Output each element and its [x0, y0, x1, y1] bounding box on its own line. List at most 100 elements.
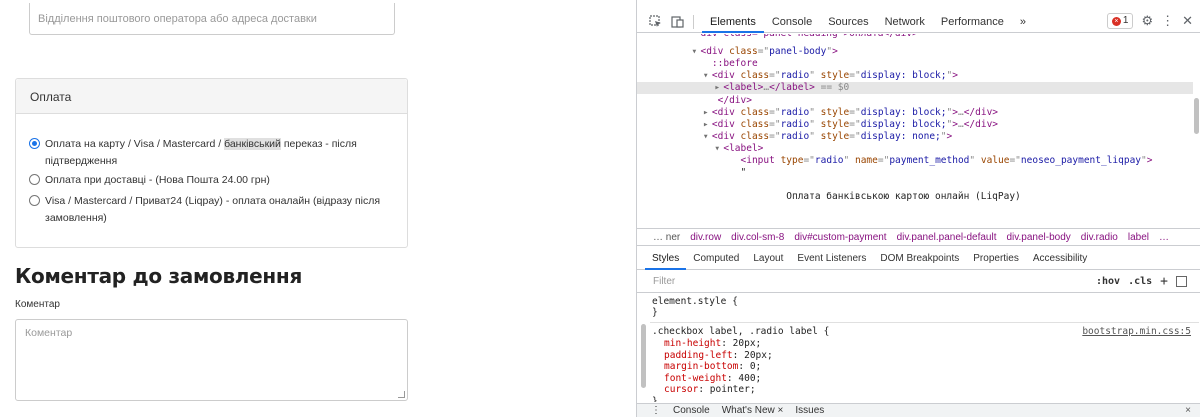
dom-node-line[interactable]: <input type="radio" name="payment_method… — [637, 155, 1193, 167]
radio-button-selected[interactable] — [29, 138, 40, 149]
styles-filter-input[interactable]: Filter — [637, 276, 1096, 287]
tab-sources[interactable]: Sources — [820, 11, 876, 33]
breadcrumb-item[interactable]: div#custom-payment — [789, 232, 891, 243]
css-property-line[interactable]: font-weight: 400; — [664, 373, 761, 385]
kebab-menu-icon[interactable]: ⋮ — [1161, 13, 1174, 29]
expand-arrow-icon[interactable]: ▾ — [691, 46, 697, 58]
dom-node-line[interactable]: ▾ <div class="radio" style="display: none… — [637, 131, 1193, 143]
dom-node-line[interactable]: ▾ <div class="panel-body"> — [637, 46, 1193, 58]
css-property-name[interactable]: cursor — [664, 384, 698, 395]
dom-node-line[interactable]: div class="panel-heading">Оплата</div> — [637, 34, 1193, 40]
new-rule-button[interactable]: + — [1160, 274, 1168, 289]
inspect-element-icon[interactable] — [647, 14, 663, 30]
css-property-value[interactable]: 400; — [738, 373, 761, 384]
comment-placeholder: Коментар — [25, 327, 73, 339]
error-count-badge[interactable]: × 1 — [1106, 13, 1134, 29]
breadcrumb-item[interactable]: div.panel-body — [1001, 232, 1075, 243]
expand-arrow-icon[interactable]: ▾ — [714, 143, 720, 155]
class-toggle[interactable]: .cls — [1128, 276, 1152, 287]
expand-arrow-icon[interactable]: ▾ — [703, 70, 709, 82]
css-property-line[interactable]: min-height: 20px; — [664, 338, 761, 350]
settings-gear-icon[interactable]: ⚙ — [1141, 13, 1153, 29]
dom-token: =" — [849, 106, 861, 118]
css-property-line[interactable]: cursor: pointer; — [664, 384, 756, 396]
delivery-address-input[interactable]: Відділення поштового оператора або адрес… — [29, 3, 395, 35]
subtab-layout[interactable]: Layout — [746, 248, 790, 270]
subtab-event-listeners[interactable]: Event Listeners — [790, 248, 873, 270]
dom-token: class — [740, 106, 770, 118]
subtab-dom-breakpoints[interactable]: DOM Breakpoints — [873, 248, 966, 270]
breadcrumb-item[interactable]: div.panel.panel-default — [892, 232, 1002, 243]
payment-option-label[interactable]: Оплата при доставці - (Нова Пошта 24.00 … — [45, 172, 385, 189]
css-property-name[interactable]: padding-left — [664, 350, 733, 361]
payment-option-cash-on-delivery[interactable]: Оплата при доставці - (Нова Пошта 24.00 … — [29, 172, 385, 189]
dom-node-line[interactable]: </div> — [637, 95, 1193, 107]
css-property-value[interactable]: 20px; — [733, 338, 762, 349]
radio-button[interactable] — [29, 195, 40, 206]
expand-arrow-icon[interactable]: ▾ — [703, 131, 709, 143]
close-devtools-icon[interactable]: ✕ — [1182, 13, 1193, 29]
expand-arrow-icon[interactable]: ▸ — [714, 82, 720, 94]
dom-node-line[interactable]: ▸ <div class="radio" style="display: bloc… — [637, 119, 1193, 131]
tab-elements[interactable]: Elements — [702, 11, 764, 33]
drawer-tab-issues[interactable]: Issues — [789, 405, 830, 416]
breadcrumb-item[interactable]: div.col-sm-8 — [726, 232, 789, 243]
dom-node-line[interactable] — [637, 203, 1193, 215]
resize-handle-icon[interactable] — [398, 391, 405, 398]
drawer-tab-whats-new[interactable]: What's New × — [716, 405, 790, 416]
dom-node-line[interactable]: ▸ <div class="radio" style="display: bloc… — [637, 107, 1193, 119]
hover-state-toggle[interactable]: :hov — [1096, 276, 1120, 287]
css-property-line[interactable]: padding-left: 20px; — [664, 350, 773, 362]
drawer-close-icon[interactable]: × — [1185, 405, 1191, 416]
dom-node-line[interactable]: ::before — [637, 58, 1193, 70]
subtab-accessibility[interactable]: Accessibility — [1026, 248, 1094, 270]
breadcrumb-item[interactable]: … — [1154, 232, 1174, 243]
css-property-value[interactable]: 0; — [750, 361, 761, 372]
dom-node-line[interactable]: Оплата банківською картою онлайн (LiqPay… — [637, 191, 1193, 203]
dom-token: div class="panel-heading">Оплата</div> — [700, 34, 917, 39]
css-property-value[interactable]: 20px; — [744, 350, 773, 361]
device-toolbar-icon[interactable] — [669, 14, 685, 30]
dom-node-line[interactable]: ▾ <div class="radio" style="display: bloc… — [637, 70, 1193, 82]
tab-network[interactable]: Network — [877, 11, 933, 33]
more-tabs-button[interactable]: » — [1012, 11, 1034, 33]
expand-arrow-icon[interactable]: ▸ — [703, 119, 709, 131]
payment-option-liqpay[interactable]: Visa / Mastercard / Приват24 (Liqpay) - … — [29, 193, 385, 227]
element-style-selector[interactable]: element.style { — [652, 296, 738, 308]
dom-token: panel-body — [769, 46, 827, 58]
css-property-name[interactable]: min-height — [664, 338, 721, 349]
dom-node-line[interactable]: ▸ <label>…</label> == $0 — [637, 82, 1193, 95]
expand-arrow-icon[interactable]: ▸ — [703, 107, 709, 119]
comment-textarea[interactable]: Коментар — [15, 319, 408, 401]
rule-selector[interactable]: .checkbox label, .radio label { — [652, 326, 829, 338]
breadcrumb-item[interactable]: … ner — [637, 232, 685, 243]
drawer-menu-icon[interactable]: ⋮ — [637, 405, 667, 416]
breadcrumb-item[interactable]: div.row — [685, 232, 726, 243]
breadcrumb-item[interactable]: label — [1123, 232, 1154, 243]
css-property-line[interactable]: margin-bottom: 0; — [664, 361, 761, 373]
dom-node-line[interactable]: " — [637, 167, 1193, 179]
subtab-computed[interactable]: Computed — [686, 248, 746, 270]
dom-node-line[interactable]: ▾ <label> — [637, 143, 1193, 155]
dom-node-line[interactable] — [637, 216, 1193, 228]
tab-console[interactable]: Console — [764, 11, 820, 33]
payment-option-card-transfer[interactable]: Оплата на карту / Visa / Mastercard / ба… — [29, 136, 385, 170]
tab-performance[interactable]: Performance — [933, 11, 1012, 33]
css-property-value[interactable]: pointer; — [710, 384, 756, 395]
radio-button[interactable] — [29, 174, 40, 185]
styles-scrollbar[interactable] — [641, 324, 646, 388]
css-property-name[interactable]: margin-bottom — [664, 361, 738, 372]
css-property-name[interactable]: font-weight — [664, 373, 727, 384]
dom-tree[interactable]: ··· div class="panel-heading">Оплата</di… — [637, 34, 1200, 228]
payment-option-label[interactable]: Visa / Mastercard / Приват24 (Liqpay) - … — [45, 193, 385, 227]
dom-scrollbar[interactable] — [1194, 98, 1199, 134]
subtab-properties[interactable]: Properties — [966, 248, 1026, 270]
dom-node-line[interactable] — [637, 179, 1193, 191]
rule-source-link[interactable]: bootstrap.min.css:5 — [1082, 326, 1191, 338]
toggle-sidebar-icon[interactable] — [1176, 276, 1187, 287]
subtab-styles[interactable]: Styles — [645, 248, 687, 270]
payment-option-label[interactable]: Оплата на карту / Visa / Mastercard / ба… — [45, 136, 385, 170]
drawer-tab-console[interactable]: Console — [667, 405, 716, 416]
rule-divider — [650, 322, 1199, 323]
breadcrumb-item[interactable]: div.radio — [1076, 232, 1123, 243]
